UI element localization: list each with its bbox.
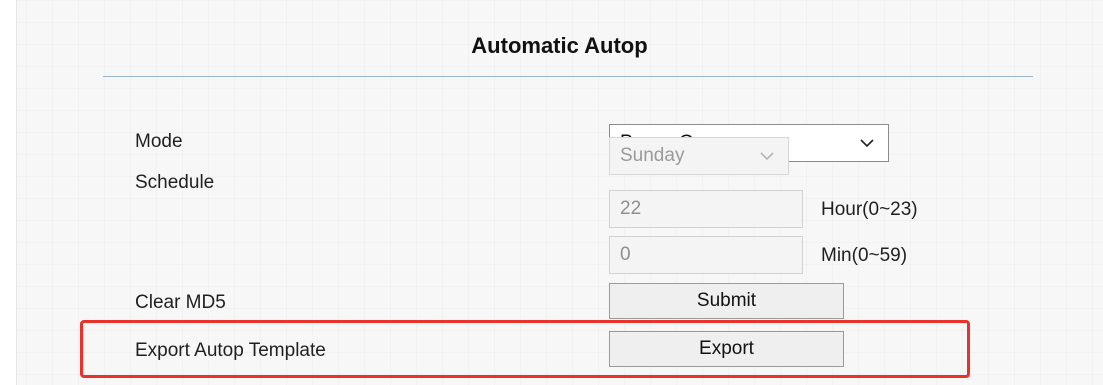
- section-divider: [103, 76, 1033, 77]
- clear-md5-label: Clear MD5: [135, 292, 226, 313]
- settings-panel: Automatic Autop Mode Power On Schedule S…: [0, 0, 1103, 385]
- hour-input[interactable]: 22: [609, 190, 803, 228]
- minute-unit-label: Min(0~59): [821, 245, 908, 266]
- minute-input[interactable]: 0: [609, 236, 803, 274]
- export-autop-template-label: Export Autop Template: [135, 340, 326, 361]
- chevron-down-icon: [760, 152, 774, 161]
- mode-label: Mode: [135, 131, 183, 152]
- section-title: Automatic Autop: [471, 33, 648, 58]
- export-button[interactable]: Export: [609, 331, 844, 367]
- schedule-day-value: Sunday: [620, 145, 685, 166]
- schedule-day-select[interactable]: Sunday: [609, 137, 789, 175]
- hour-input-value: 22: [620, 198, 642, 219]
- minute-input-value: 0: [620, 244, 631, 265]
- hour-unit-label: Hour(0~23): [821, 199, 918, 220]
- schedule-label: Schedule: [135, 172, 215, 193]
- chevron-down-icon: [860, 139, 874, 148]
- submit-button[interactable]: Submit: [609, 283, 844, 319]
